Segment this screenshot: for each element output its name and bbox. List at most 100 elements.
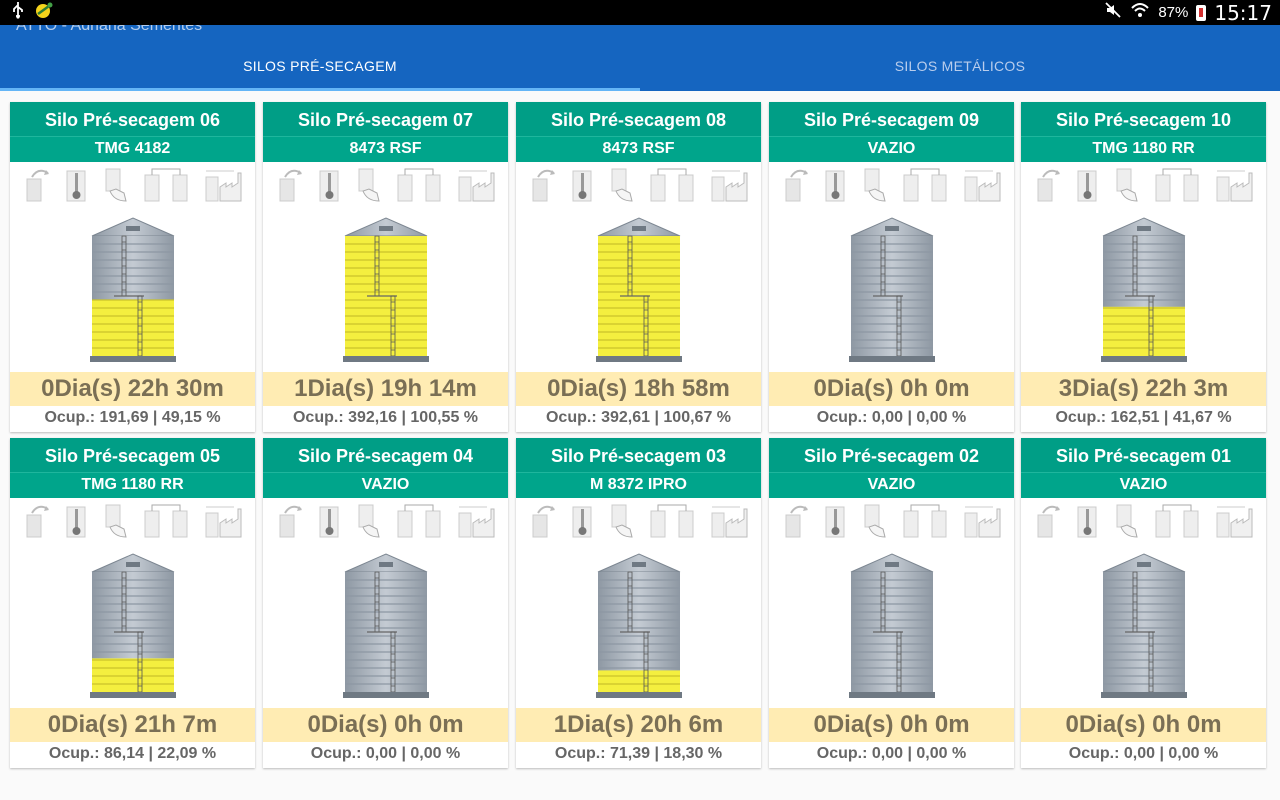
silo-process-icons [769, 162, 1014, 212]
tab-silos-pre-secagem[interactable]: SILOS PRÉ-SECAGEM [0, 41, 640, 91]
silo-name: Silo Pré-secagem 03 [550, 446, 727, 466]
thermometer-icon [318, 165, 340, 210]
silo-card[interactable]: Silo Pré-secagem 10 TMG 1180 RR 3Dia(s) … [1021, 102, 1266, 432]
factory-icon [710, 501, 748, 546]
silo-name: Silo Pré-secagem 01 [1055, 446, 1232, 466]
factory-icon [204, 165, 242, 210]
thermometer-icon [65, 165, 87, 210]
battery-icon [1196, 4, 1207, 21]
unload-icon [277, 501, 303, 546]
silo-occupancy: Ocup.: 162,51 | 41,67 % [1055, 409, 1232, 426]
thermometer-icon [1076, 165, 1098, 210]
silo-card[interactable]: Silo Pré-secagem 06 TMG 4182 0Dia(s) 22h… [10, 102, 255, 432]
unload-icon [277, 165, 303, 210]
silo-process-icons [10, 162, 255, 212]
manual-operation-icon [608, 501, 634, 546]
silo-product: TMG 4182 [10, 136, 255, 162]
silo-time: 0Dia(s) 0h 0m [263, 708, 508, 742]
silo-name: Silo Pré-secagem 06 [44, 110, 221, 130]
manual-operation-icon [102, 165, 128, 210]
thermometer-icon [1076, 501, 1098, 546]
silo-occupancy: Ocup.: 0,00 | 0,00 % [1068, 745, 1219, 762]
unload-icon [530, 501, 556, 546]
silo-occupancy: Ocup.: 191,69 | 49,15 % [44, 409, 221, 426]
silo-card[interactable]: Silo Pré-secagem 01 VAZIO 0Dia(s) 0h 0m … [1021, 438, 1266, 768]
silo-card[interactable]: Silo Pré-secagem 08 8473 RSF 0Dia(s) 18h… [516, 102, 761, 432]
silo-card[interactable]: Silo Pré-secagem 03 M 8372 IPRO 1Dia(s) … [516, 438, 761, 768]
factory-icon [204, 501, 242, 546]
status-bar: 87% 15:17 [0, 0, 1280, 25]
unload-icon [1035, 501, 1061, 546]
silo-product: VAZIO [1021, 472, 1266, 498]
thermometer-icon [824, 501, 846, 546]
manual-operation-icon [861, 165, 887, 210]
silo-product: TMG 1180 RR [10, 472, 255, 498]
silo-card[interactable]: Silo Pré-secagem 07 8473 RSF 1Dia(s) 19h… [263, 102, 508, 432]
silo-time: 1Dia(s) 19h 14m [263, 372, 508, 406]
transfer-icon [396, 165, 442, 210]
thermometer-icon [571, 501, 593, 546]
silo-card[interactable]: Silo Pré-secagem 09 VAZIO 0Dia(s) 0h 0m … [769, 102, 1014, 432]
silo-product: VAZIO [769, 136, 1014, 162]
silo-process-icons [769, 498, 1014, 548]
app-title: ATTO - Adriana Sementes [16, 25, 203, 34]
factory-icon [457, 501, 495, 546]
silo-time: 1Dia(s) 20h 6m [516, 708, 761, 742]
silo-name: Silo Pré-secagem 08 [550, 110, 727, 130]
transfer-icon [649, 165, 695, 210]
app-bar: ATTO - Adriana Sementes SILOS PRÉ-SECAGE… [0, 25, 1280, 91]
silo-process-icons [516, 162, 761, 212]
silo-process-icons [1021, 498, 1266, 548]
grain-fill [1102, 306, 1185, 356]
manual-operation-icon [608, 165, 634, 210]
silo-time: 0Dia(s) 0h 0m [769, 372, 1014, 406]
factory-icon [457, 165, 495, 210]
silo-product: 8473 RSF [516, 136, 761, 162]
factory-icon [963, 501, 1001, 546]
silo-process-icons [263, 162, 508, 212]
factory-icon [1215, 501, 1253, 546]
unload-icon [783, 165, 809, 210]
silo-occupancy: Ocup.: 0,00 | 0,00 % [816, 409, 967, 426]
mute-icon [1104, 1, 1122, 24]
transfer-icon [649, 501, 695, 546]
silo-product: 8473 RSF [263, 136, 508, 162]
silo-time: 0Dia(s) 22h 30m [10, 372, 255, 406]
tab-indicator [0, 88, 640, 91]
manual-operation-icon [102, 501, 128, 546]
silo-time: 0Dia(s) 21h 7m [10, 708, 255, 742]
factory-icon [963, 165, 1001, 210]
tab-silos-metalicos[interactable]: SILOS METÁLICOS [640, 41, 1280, 91]
silo-product: M 8372 IPRO [516, 472, 761, 498]
transfer-icon [902, 165, 948, 210]
unload-icon [783, 501, 809, 546]
silo-occupancy: Ocup.: 86,14 | 22,09 % [48, 745, 217, 762]
tab-bar: SILOS PRÉ-SECAGEM SILOS METÁLICOS [0, 41, 1280, 91]
silo-card[interactable]: Silo Pré-secagem 04 VAZIO 0Dia(s) 0h 0m … [263, 438, 508, 768]
silo-card[interactable]: Silo Pré-secagem 02 VAZIO 0Dia(s) 0h 0m … [769, 438, 1014, 768]
silo-process-icons [516, 498, 761, 548]
silo-name: Silo Pré-secagem 10 [1055, 110, 1232, 130]
silo-process-icons [1021, 162, 1266, 212]
grain-fill [597, 670, 680, 692]
wifi-icon [1130, 1, 1150, 24]
manual-operation-icon [355, 501, 381, 546]
thermometer-icon [824, 165, 846, 210]
transfer-icon [143, 165, 189, 210]
thermometer-icon [571, 165, 593, 210]
silo-occupancy: Ocup.: 71,39 | 18,30 % [554, 745, 723, 762]
clock: 15:17 [1214, 0, 1272, 25]
silo-time: 0Dia(s) 0h 0m [1021, 708, 1266, 742]
transfer-icon [1154, 501, 1200, 546]
silo-occupancy: Ocup.: 392,16 | 100,55 % [292, 409, 479, 426]
manual-operation-icon [355, 165, 381, 210]
silo-card[interactable]: Silo Pré-secagem 05 TMG 1180 RR 0Dia(s) … [10, 438, 255, 768]
silo-process-icons [263, 498, 508, 548]
silo-time: 0Dia(s) 18h 58m [516, 372, 761, 406]
factory-icon [1215, 165, 1253, 210]
silo-name: Silo Pré-secagem 02 [803, 446, 980, 466]
transfer-icon [396, 501, 442, 546]
unload-icon [1035, 165, 1061, 210]
thermometer-icon [65, 501, 87, 546]
transfer-icon [1154, 165, 1200, 210]
